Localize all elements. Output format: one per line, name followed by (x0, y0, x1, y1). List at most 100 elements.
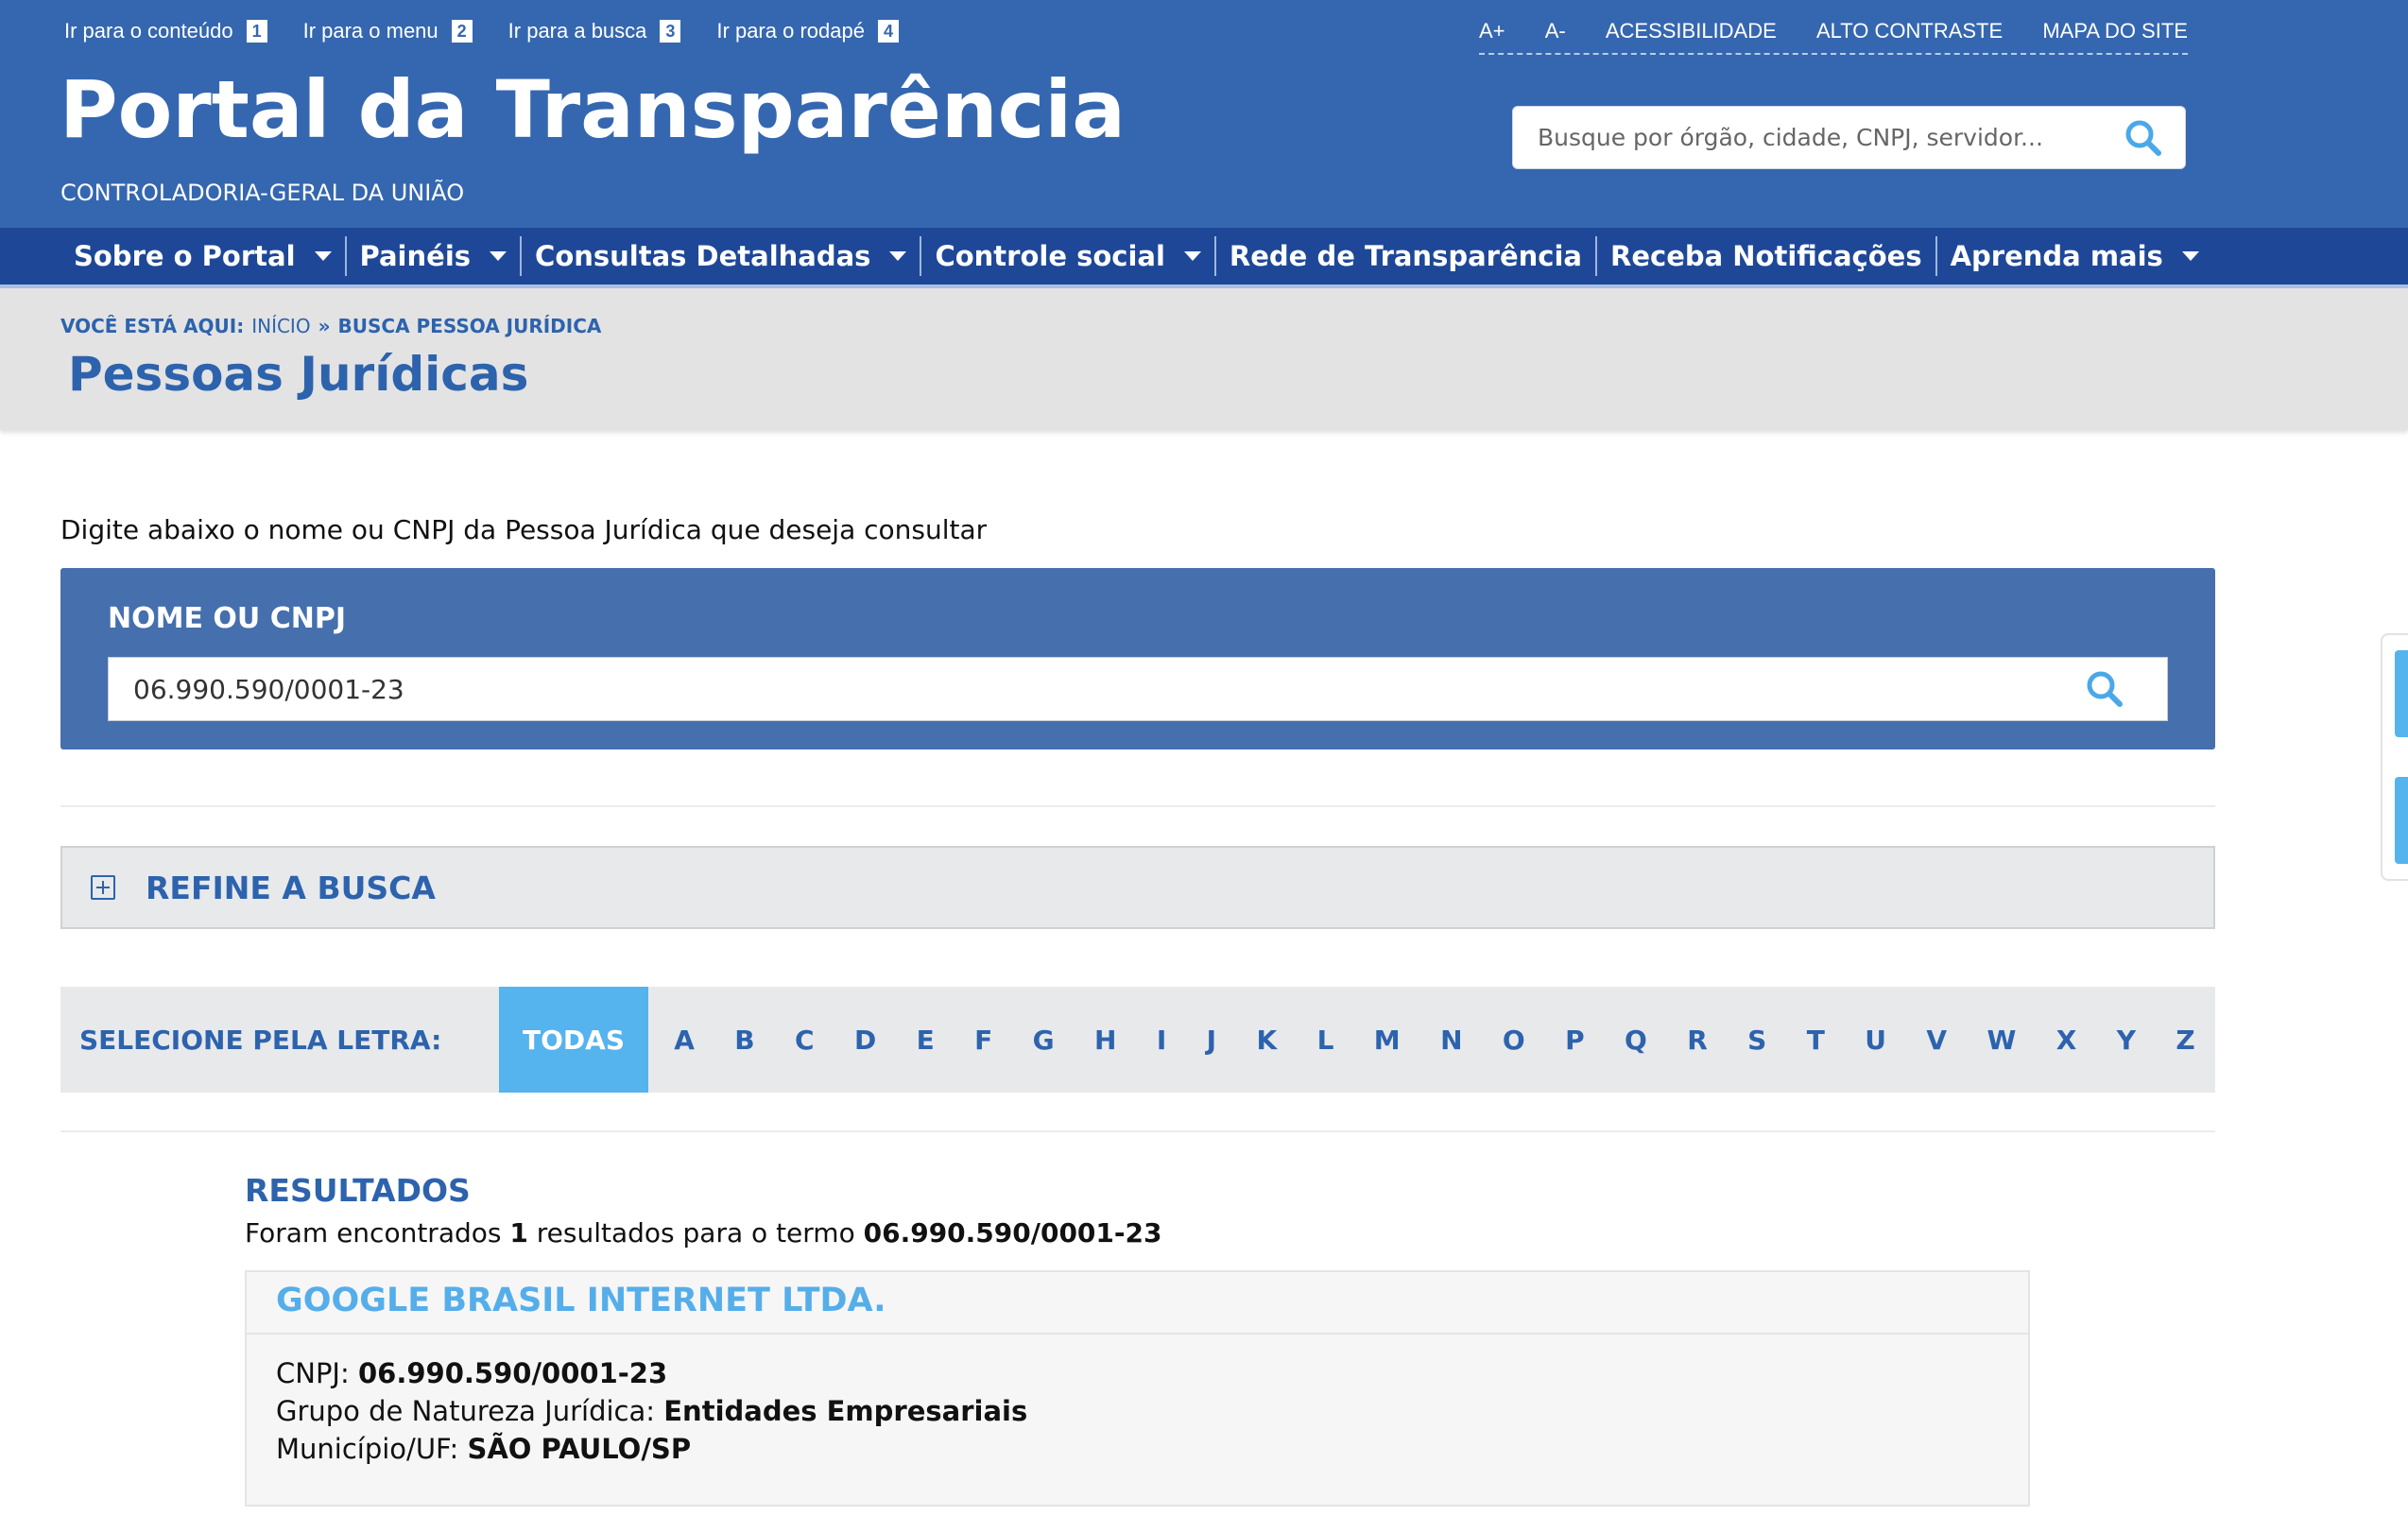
search-icon[interactable] (2080, 664, 2129, 714)
skip-link-menu[interactable]: Ir para o menu 2 (303, 19, 473, 43)
utility-bar: A+ A- ACESSIBILIDADE ALTO CONTRASTE MAPA… (1479, 19, 2188, 55)
letter-s[interactable]: S (1744, 1025, 1770, 1056)
skip-link-label: Ir para o menu (302, 19, 439, 43)
query-field (108, 657, 2168, 721)
company-name-link[interactable]: GOOGLE BRASIL INTERNET LTDA. (276, 1282, 886, 1319)
results-summary: Foram encontrados 1 resultados para o te… (245, 1217, 1161, 1249)
letter-x[interactable]: X (2053, 1025, 2081, 1056)
letter-z[interactable]: Z (2172, 1025, 2198, 1056)
site-header: Ir para o conteúdo 1 Ir para o menu 2 Ir p… (0, 0, 2408, 228)
nav-item-label: Rede de Transparência (1229, 240, 1582, 272)
side-tab-button[interactable] (2395, 650, 2408, 737)
font-increase-button[interactable]: A+ (1479, 19, 1505, 43)
global-search-input[interactable] (1513, 106, 2119, 169)
results-summary-prefix: Foram encontrados (245, 1217, 502, 1249)
letter-m[interactable]: M (1370, 1025, 1404, 1056)
font-decrease-button[interactable]: A- (1545, 19, 1566, 43)
accessibility-link[interactable]: ACESSIBILIDADE (1606, 19, 1777, 43)
plus-square-icon (91, 875, 115, 900)
city-row: Município/UF: SÃO PAULO/SP (276, 1433, 691, 1465)
cnpj-row: CNPJ: 06.990.590/0001-23 (276, 1357, 667, 1389)
letter-t[interactable]: T (1803, 1025, 1829, 1056)
nav-item-consultas-detalhadas[interactable]: Consultas Detalhadas (520, 236, 920, 276)
letter-g[interactable]: G (1029, 1025, 1058, 1056)
query-label: NOME OU CNPJ (108, 602, 346, 635)
letter-a[interactable]: A (670, 1025, 698, 1056)
results-count: 1 (509, 1217, 528, 1249)
page-header-band: VOCÊ ESTÁ AQUI: INÍCIO » BUSCA PESSOA JU… (0, 288, 2408, 430)
results-title: RESULTADOS (245, 1172, 471, 1209)
caret-down-icon (314, 251, 332, 261)
skip-link-content[interactable]: Ir para o conteúdo 1 (64, 19, 267, 43)
cnpj-search-input[interactable] (109, 657, 2080, 721)
nav-item-aprenda-mais[interactable]: Aprenda mais (1935, 236, 2212, 276)
letter-filter-label: SELECIONE PELA LETRA: (79, 1024, 442, 1056)
skip-links: Ir para o conteúdo 1 Ir para o menu 2 Ir p… (64, 19, 899, 43)
letter-k[interactable]: K (1252, 1025, 1281, 1056)
letter-b[interactable]: B (731, 1025, 758, 1056)
letter-r[interactable]: R (1683, 1025, 1711, 1056)
legal-nature-row: Grupo de Natureza Jurídica: Entidades Em… (276, 1395, 1027, 1427)
letter-w[interactable]: W (1983, 1025, 2020, 1056)
caret-down-icon (889, 251, 907, 261)
letter-q[interactable]: Q (1621, 1025, 1651, 1056)
sitemap-link[interactable]: MAPA DO SITE (2042, 19, 2188, 43)
legal-nature-value: Entidades Empresariais (663, 1395, 1028, 1427)
letter-n[interactable]: N (1436, 1025, 1466, 1056)
caret-down-icon (1183, 251, 1201, 261)
breadcrumb-home-link[interactable]: INÍCIO (251, 315, 310, 337)
site-title[interactable]: Portal da Transparência (60, 70, 1126, 149)
letter-l[interactable]: L (1314, 1025, 1338, 1056)
search-instructions: Digite abaixo o nome ou CNPJ da Pessoa J… (60, 514, 988, 545)
page-title: Pessoas Jurídicas (68, 347, 529, 402)
letter-i[interactable]: I (1153, 1025, 1170, 1056)
letter-o[interactable]: O (1499, 1025, 1529, 1056)
legal-nature-label: Grupo de Natureza Jurídica: (276, 1395, 656, 1427)
skip-link-label: Ir para o rodapé (716, 19, 865, 43)
letter-list: A B C D E F G H I J K L M N O P Q R S T … (648, 1025, 2215, 1056)
breadcrumb-current: BUSCA PESSOA JURÍDICA (337, 315, 602, 337)
skip-link-number: 2 (451, 20, 473, 43)
high-contrast-toggle[interactable]: ALTO CONTRASTE (1816, 19, 2003, 43)
query-panel: NOME OU CNPJ (60, 568, 2215, 749)
nav-item-receba-notificacoes[interactable]: Receba Notificações (1595, 236, 1935, 276)
letter-h[interactable]: H (1091, 1025, 1120, 1056)
letter-filter-bar: SELECIONE PELA LETRA: TODAS A B C D E F … (60, 987, 2215, 1093)
card-divider (247, 1333, 2028, 1335)
letter-filter-all[interactable]: TODAS (499, 987, 648, 1093)
results-summary-middle: resultados para o termo (536, 1217, 855, 1249)
search-icon[interactable] (2119, 113, 2168, 163)
nav-item-label: Receba Notificações (1610, 240, 1922, 272)
letter-v[interactable]: V (1922, 1025, 1951, 1056)
skip-link-number: 1 (246, 20, 267, 43)
nav-item-label: Sobre o Portal (74, 240, 296, 272)
nav-item-rede-de-transparencia[interactable]: Rede de Transparência (1213, 236, 1595, 276)
nav-item-controle-social[interactable]: Controle social (920, 236, 1213, 276)
main-nav: Sobre o Portal Painéis Consultas Detalha… (0, 228, 2408, 288)
letter-f[interactable]: F (971, 1025, 996, 1056)
letter-c[interactable]: C (791, 1025, 818, 1056)
letter-d[interactable]: D (851, 1025, 880, 1056)
skip-link-search[interactable]: Ir para a busca 3 (508, 19, 681, 43)
letter-e[interactable]: E (913, 1025, 938, 1056)
divider (60, 805, 2215, 807)
side-tab-button[interactable] (2395, 777, 2408, 864)
letter-y[interactable]: Y (2113, 1025, 2140, 1056)
caret-down-icon (2181, 251, 2199, 261)
letter-u[interactable]: U (1861, 1025, 1890, 1056)
nav-item-sobre-o-portal[interactable]: Sobre o Portal (60, 236, 345, 276)
breadcrumb-separator: » (318, 315, 331, 337)
skip-link-number: 4 (877, 20, 899, 43)
cnpj-value: 06.990.590/0001-23 (357, 1357, 668, 1389)
city-value: SÃO PAULO/SP (467, 1433, 692, 1465)
refine-search-toggle[interactable]: REFINE A BUSCA (60, 846, 2215, 929)
global-search-box (1512, 106, 2186, 169)
letter-j[interactable]: J (1203, 1025, 1220, 1056)
nav-item-label: Aprenda mais (1950, 240, 2163, 272)
letter-p[interactable]: P (1561, 1025, 1589, 1056)
cnpj-label: CNPJ: (276, 1357, 350, 1389)
nav-item-paineis[interactable]: Painéis (344, 236, 521, 276)
skip-link-footer[interactable]: Ir para o rodapé 4 (716, 19, 899, 43)
breadcrumb-prefix: VOCÊ ESTÁ AQUI: (60, 315, 245, 337)
side-floating-widget (2381, 633, 2408, 881)
